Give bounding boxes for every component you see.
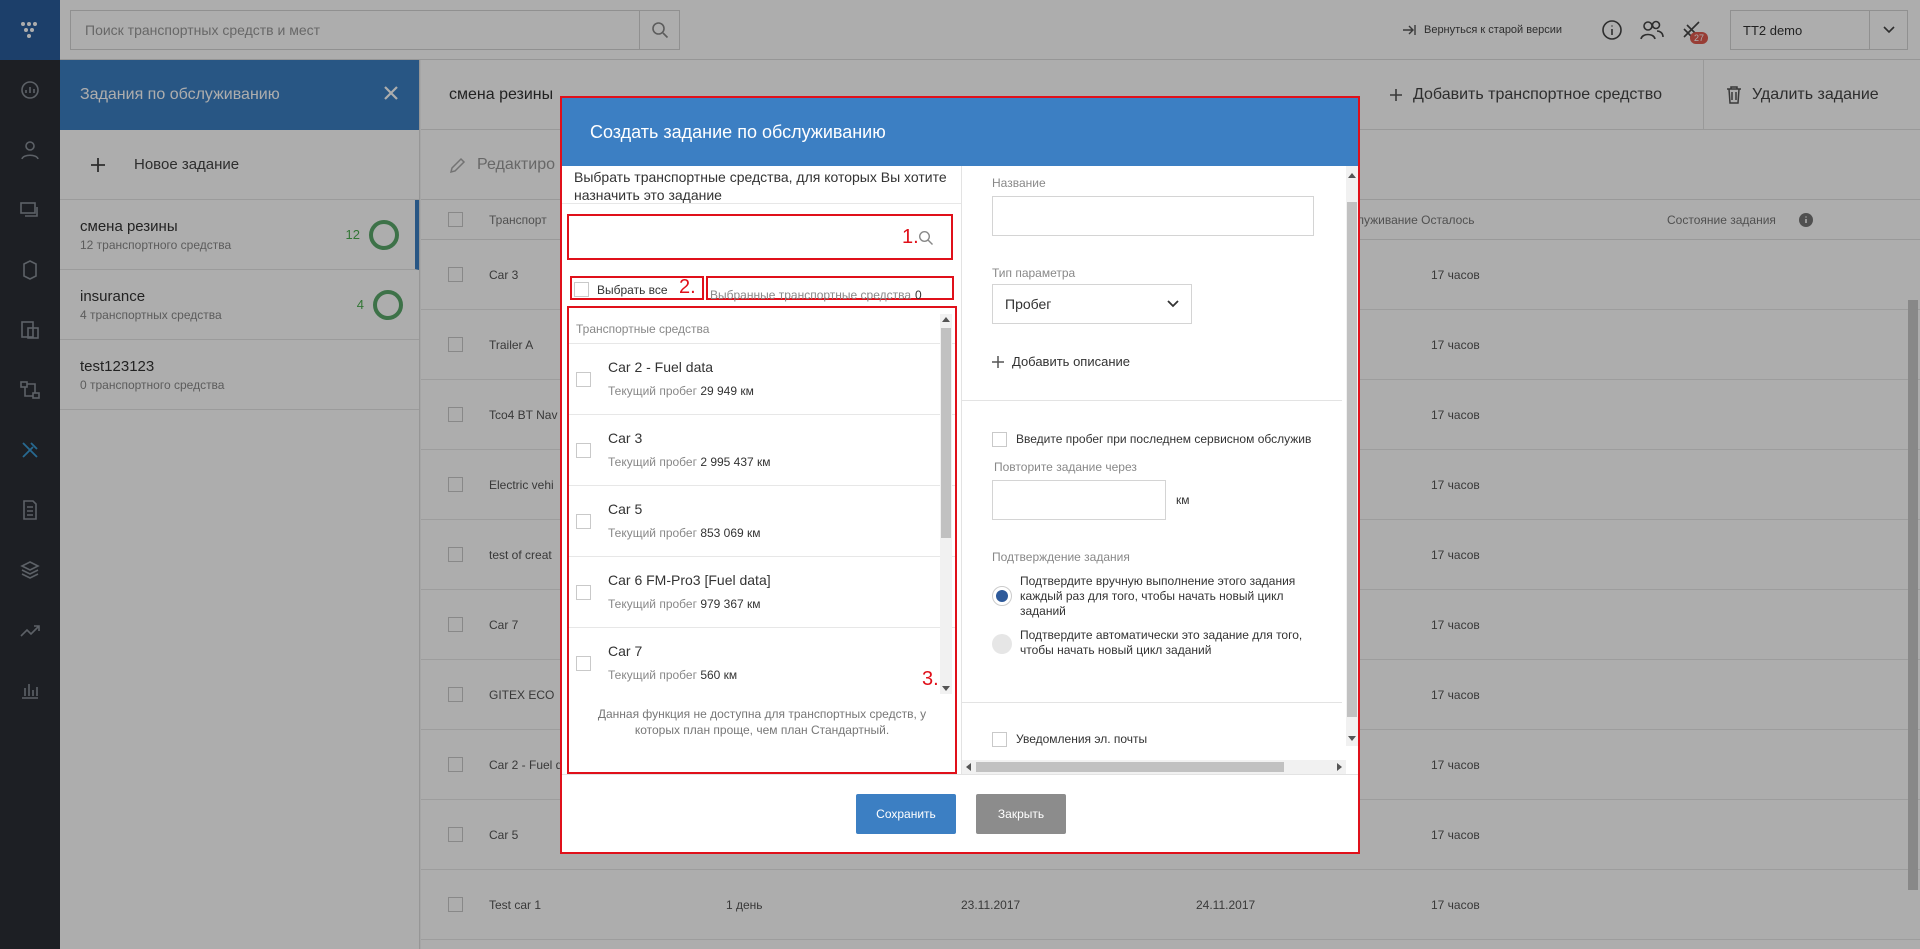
- divider: [962, 400, 1342, 401]
- plus-icon: [992, 355, 1004, 368]
- close-button[interactable]: Закрыть: [976, 794, 1066, 834]
- vehicle-selection-pane: Выбрать транспортные средства, для котор…: [562, 166, 962, 774]
- repeat-label: Повторите задание через: [994, 460, 1137, 474]
- scrollbar-thumb[interactable]: [976, 762, 1284, 772]
- annotation-box: [567, 306, 957, 774]
- add-description-button[interactable]: Добавить описание: [992, 354, 1130, 369]
- repeat-unit: км: [1176, 493, 1190, 507]
- email-notifications-checkbox[interactable]: [992, 732, 1007, 747]
- select-all-checkbox[interactable]: [574, 282, 589, 297]
- task-settings-pane: Название Тип параметра Пробег Добавить о…: [962, 166, 1358, 774]
- chevron-down-icon: [1167, 300, 1179, 308]
- scroll-up-icon[interactable]: [1348, 172, 1356, 178]
- selected-vehicles-count: 0: [915, 288, 922, 302]
- create-task-dialog: Создать задание по обслуживанию Выбрать …: [560, 96, 1360, 854]
- add-description-label: Добавить описание: [1012, 354, 1130, 369]
- select-all[interactable]: Выбрать все: [574, 282, 668, 297]
- settings-horizontal-scrollbar[interactable]: [962, 760, 1346, 774]
- selected-vehicles: Выбранные транспортные средства 0: [710, 288, 922, 302]
- settings-vertical-scrollbar[interactable]: [1346, 166, 1358, 746]
- param-type-value: Пробег: [1005, 296, 1052, 312]
- dialog-header: Создать задание по обслуживанию: [562, 98, 1358, 166]
- plan-restriction-note: Данная функция не доступна для транспорт…: [597, 707, 927, 737]
- confirm-manual-label: Подтвердите вручную выполнение этого зад…: [1020, 574, 1296, 618]
- annotation-label: 1.: [902, 226, 919, 248]
- search-icon[interactable]: [918, 230, 934, 251]
- confirm-manual-radio[interactable]: [992, 586, 1012, 606]
- annotation-label: 2.: [679, 276, 696, 298]
- param-type-select[interactable]: Пробег: [992, 284, 1192, 324]
- last-service-mileage-checkbox[interactable]: [992, 432, 1007, 447]
- param-type-label: Тип параметра: [992, 266, 1076, 280]
- confirm-auto-label: Подтвердите автоматически это задание дл…: [1020, 628, 1303, 657]
- repeat-interval-input[interactable]: [992, 480, 1166, 520]
- email-notifications-label: Уведомления эл. почты: [1016, 732, 1148, 746]
- save-button[interactable]: Сохранить: [856, 794, 956, 834]
- selected-vehicles-label: Выбранные транспортные средства: [710, 288, 912, 302]
- annotation-label: 3.: [922, 668, 939, 690]
- select-all-label: Выбрать все: [597, 282, 668, 297]
- divider: [962, 702, 1342, 703]
- name-input[interactable]: [992, 196, 1314, 236]
- selection-description: Выбрать транспортные средства, для котор…: [562, 166, 961, 204]
- last-service-mileage-label: Введите пробег при последнем сервисном о…: [1016, 432, 1312, 446]
- confirm-label: Подтверждение задания: [992, 550, 1130, 564]
- confirm-auto-radio[interactable]: [992, 634, 1012, 654]
- vehicle-search-input[interactable]: [567, 214, 953, 260]
- scrollbar-thumb[interactable]: [1347, 202, 1357, 717]
- scroll-right-icon[interactable]: [1337, 763, 1343, 771]
- dialog-title: Создать задание по обслуживанию: [590, 121, 886, 142]
- dialog-footer: Сохранить Закрыть: [562, 774, 1358, 852]
- name-label: Название: [992, 176, 1046, 190]
- scroll-left-icon[interactable]: [965, 763, 971, 771]
- scroll-down-icon[interactable]: [1348, 736, 1356, 742]
